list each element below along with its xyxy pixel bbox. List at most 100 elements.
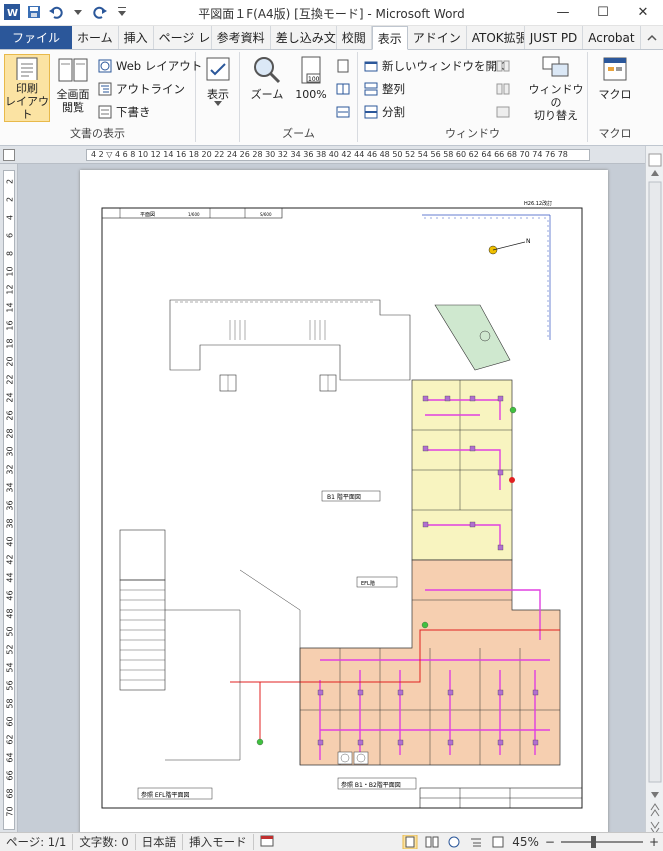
vertical-ruler[interactable]: 2 2 4 6 8 10 12 14 16 18 20 22 24 26 28 30 32 34 36 38 40 42 4… bbox=[0, 164, 18, 832]
macro-group-label: マクロ bbox=[598, 127, 632, 140]
tab-page-layout[interactable]: ページ レイ bbox=[154, 26, 212, 49]
zoom-percent[interactable]: 45% bbox=[512, 835, 539, 849]
document-page[interactable]: 平面図 1/600 S/600 H26.12改訂 N B1 階平面図 EFL階 … bbox=[80, 170, 608, 832]
group-document-views: 印刷 レイアウト 全画面 閲覧 Web レイアウト アウトライン 下書き 文書の… bbox=[0, 52, 202, 142]
arrange-all-button[interactable]: 整列 bbox=[364, 79, 405, 99]
revision-note: H26.12改訂 bbox=[524, 200, 552, 207]
reset-window-icon bbox=[496, 106, 510, 118]
insert-mode[interactable]: 挿入モード bbox=[183, 834, 254, 850]
macro-button[interactable]: マクロ bbox=[592, 54, 638, 122]
vertical-ruler-number: 52 bbox=[5, 644, 15, 655]
macro-label: マクロ bbox=[598, 88, 632, 101]
zoom-label: ズーム bbox=[250, 88, 284, 101]
vertical-ruler-number: 10 bbox=[5, 266, 15, 277]
tab-insert[interactable]: 挿入 bbox=[119, 26, 154, 49]
vertical-ruler-number: 22 bbox=[5, 374, 15, 385]
zoom-100-label: 100% bbox=[295, 88, 327, 101]
document-area: 平面図 1/600 S/600 H26.12改訂 N B1 階平面図 EFL階 … bbox=[18, 164, 645, 832]
zoom-slider-thumb[interactable] bbox=[590, 836, 596, 848]
switch-windows-icon bbox=[542, 56, 569, 77]
scroll-up-icon[interactable] bbox=[651, 170, 659, 176]
vertical-ruler-number: 56 bbox=[5, 680, 15, 691]
tab-home[interactable]: ホーム bbox=[72, 26, 119, 49]
show-icon bbox=[206, 57, 230, 81]
vertical-ruler-number: 34 bbox=[5, 482, 15, 493]
two-pages-button[interactable] bbox=[336, 79, 350, 99]
previous-page-icon[interactable] bbox=[650, 803, 660, 817]
full-screen-view-icon[interactable] bbox=[424, 835, 440, 849]
zoom-slider[interactable] bbox=[560, 836, 643, 848]
sync-scroll-icon bbox=[496, 83, 510, 95]
tab-file[interactable]: ファイル bbox=[0, 26, 73, 49]
reset-window-button[interactable] bbox=[496, 102, 510, 122]
split-button[interactable]: 分割 bbox=[364, 102, 405, 122]
one-page-button[interactable] bbox=[336, 56, 350, 76]
scroll-thumb[interactable] bbox=[648, 181, 662, 783]
zoom-button[interactable]: ズーム bbox=[244, 54, 290, 122]
vertical-scrollbar[interactable] bbox=[645, 146, 663, 835]
maximize-button[interactable]: ☐ bbox=[583, 0, 623, 24]
close-button[interactable]: ✕ bbox=[623, 0, 663, 24]
tab-mailings[interactable]: 差し込み文 bbox=[271, 26, 337, 49]
group-window: 新しいウィンドウを開く 整列 分割 ウィンドウの 切り替え ウィンドウ bbox=[358, 52, 588, 142]
page-count[interactable]: ページ: 1/1 bbox=[0, 834, 74, 850]
web-layout-button[interactable]: Web レイアウト bbox=[98, 56, 202, 76]
minimize-button[interactable]: — bbox=[543, 0, 583, 24]
print-layout-button[interactable]: 印刷 レイアウト bbox=[4, 54, 50, 122]
draft-label: 下書き bbox=[116, 105, 151, 119]
zoom-100-button[interactable]: 100 100% bbox=[288, 54, 334, 122]
print-layout-icon bbox=[16, 57, 38, 80]
tab-acrobat[interactable]: Acrobat bbox=[583, 26, 641, 49]
switch-windows-label: ウィンドウの 切り替え bbox=[528, 83, 584, 122]
tab-view[interactable]: 表示 bbox=[371, 26, 408, 50]
vertical-ruler-number: 48 bbox=[5, 608, 15, 619]
ribbon-collapse-icon[interactable] bbox=[641, 26, 663, 49]
vertical-ruler-number: 28 bbox=[5, 428, 15, 439]
sync-scroll-button[interactable] bbox=[496, 79, 510, 99]
vertical-ruler-number: 32 bbox=[5, 464, 15, 475]
group-zoom: ズーム 100 100% ズーム bbox=[240, 52, 358, 142]
vertical-ruler-number: 2 bbox=[5, 178, 15, 185]
scroll-down-icon[interactable] bbox=[651, 792, 659, 798]
next-page-icon[interactable] bbox=[650, 821, 660, 835]
tab-references[interactable]: 参考資料 bbox=[212, 26, 271, 49]
page-width-button[interactable] bbox=[336, 102, 350, 122]
draft-view-icon[interactable] bbox=[490, 835, 506, 849]
group-show: 表示 bbox=[196, 52, 240, 142]
show-button[interactable]: 表示 bbox=[196, 54, 240, 122]
word-count[interactable]: 文字数: 0 bbox=[73, 834, 136, 850]
tab-addins[interactable]: アドイン bbox=[408, 26, 467, 49]
arrange-icon bbox=[364, 82, 378, 96]
tab-selector[interactable] bbox=[3, 149, 15, 161]
efl-floor-plan-label: 参照 EFL階平面図 bbox=[141, 791, 190, 799]
outline-button[interactable]: アウトライン bbox=[98, 79, 185, 99]
split-box-icon[interactable] bbox=[648, 153, 662, 167]
language[interactable]: 日本語 bbox=[136, 834, 184, 850]
zoom-in-button[interactable]: + bbox=[649, 835, 659, 849]
new-window-button[interactable]: 新しいウィンドウを開く bbox=[364, 56, 509, 76]
print-layout-label: 印刷 レイアウト bbox=[5, 82, 49, 121]
tab-atok[interactable]: ATOK拡張 bbox=[467, 26, 525, 49]
arrange-all-label: 整列 bbox=[382, 82, 405, 96]
outline-view-icon[interactable] bbox=[468, 835, 484, 849]
tab-just-pd[interactable]: JUST PD bbox=[525, 26, 584, 49]
tab-review[interactable]: 校閲 bbox=[337, 26, 372, 49]
page-width-icon bbox=[336, 106, 350, 118]
macro-record-icon[interactable] bbox=[254, 835, 280, 850]
vertical-ruler-number: 70 bbox=[5, 806, 15, 817]
b1-b2-floor-plan-label: 参照 B1・B2階平面図 bbox=[341, 781, 401, 789]
horizontal-ruler[interactable]: 4 2 ▽ 4 6 8 10 12 14 16 18 20 22 24 26 2… bbox=[0, 146, 663, 164]
view-side-by-side-button[interactable] bbox=[496, 56, 510, 76]
draft-button[interactable]: 下書き bbox=[98, 102, 151, 122]
vertical-ruler-number: 2 bbox=[5, 196, 15, 203]
vertical-ruler-number: 26 bbox=[5, 410, 15, 421]
vertical-ruler-number: 46 bbox=[5, 590, 15, 601]
vertical-ruler-number: 12 bbox=[5, 284, 15, 295]
full-screen-reading-button[interactable]: 全画面 閲覧 bbox=[50, 54, 96, 122]
web-view-icon[interactable] bbox=[446, 835, 462, 849]
print-layout-view-icon[interactable] bbox=[402, 835, 418, 849]
switch-windows-button[interactable]: ウィンドウの 切り替え bbox=[526, 54, 586, 122]
vertical-ruler-number: 14 bbox=[5, 302, 15, 313]
outline-icon bbox=[98, 82, 112, 96]
zoom-out-button[interactable]: − bbox=[545, 835, 555, 849]
